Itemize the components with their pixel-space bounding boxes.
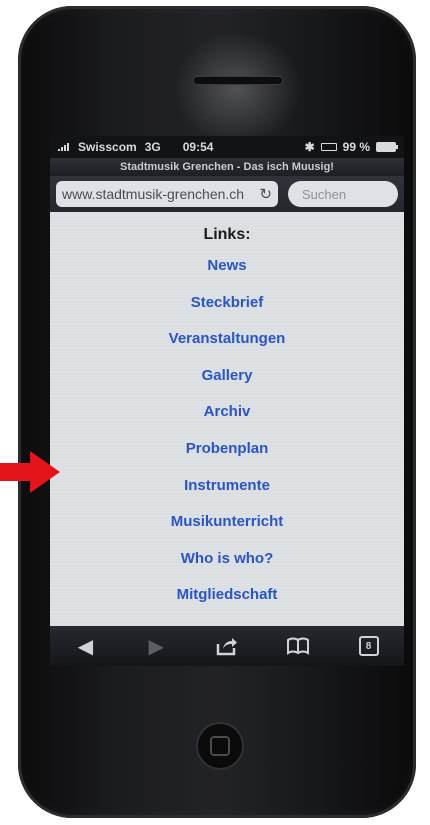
tabs-button[interactable]: 8 (349, 631, 389, 661)
list-item: Gallery (50, 358, 404, 395)
nav-link-archiv[interactable]: Archiv (204, 403, 251, 420)
list-item: Veranstaltungen (50, 321, 404, 358)
address-row: www.stadtmusik-grenchen.ch ↻ Suchen (50, 176, 404, 212)
carrier-name: Swisscom (78, 140, 137, 154)
status-right: ✱ 99 % (304, 140, 398, 154)
list-item: Steckbrief (50, 285, 404, 322)
list-item: Mitgliedschaft (50, 577, 404, 614)
search-input[interactable]: Suchen (288, 181, 398, 207)
nav-link-mitgliedschaft[interactable]: Mitgliedschaft (177, 586, 278, 603)
forward-button[interactable]: ▶ (136, 631, 176, 661)
list-item: Musikunterricht (50, 504, 404, 541)
nav-link-musikunterricht[interactable]: Musikunterricht (171, 513, 284, 530)
battery-icon (376, 142, 398, 152)
bluetooth-icon: ✱ (304, 140, 315, 154)
nav-link-who-is-who[interactable]: Who is who? (181, 550, 273, 567)
status-bar: Swisscom 3G 09:54 ✱ 99 % (50, 136, 404, 158)
nav-link-instrumente[interactable]: Instrumente (184, 477, 270, 494)
web-content: Links: News Steckbrief Veranstaltungen G… (50, 212, 404, 638)
orientation-lock-icon (320, 143, 337, 151)
reload-icon[interactable]: ↻ (259, 185, 272, 203)
list-item: Archiv (50, 394, 404, 431)
screen-glare (173, 31, 303, 146)
url-text: www.stadtmusik-grenchen.ch (62, 186, 245, 202)
network-type: 3G (144, 140, 161, 154)
nav-link-gallery[interactable]: Gallery (202, 367, 253, 384)
nav-link-news[interactable]: News (207, 257, 246, 274)
search-placeholder: Suchen (302, 186, 347, 202)
phone-screen: Swisscom 3G 09:54 ✱ 99 % Stadtmusik Gren… (50, 136, 404, 666)
clock: 09:54 (182, 140, 214, 154)
links-heading: Links: (203, 226, 251, 243)
browser-toolbar: ◀ ▶ 8 (50, 626, 404, 666)
nav-link-list: News Steckbrief Veranstaltungen Gallery … (50, 248, 404, 614)
battery-percent: 99 % (342, 140, 370, 154)
list-item: Probenplan (50, 431, 404, 468)
phone-frame: Swisscom 3G 09:54 ✱ 99 % Stadtmusik Gren… (18, 6, 416, 818)
home-square-icon (210, 736, 230, 756)
nav-link-probenplan[interactable]: Probenplan (186, 440, 269, 457)
signal-icon (58, 143, 76, 151)
list-item: News (50, 248, 404, 285)
nav-link-veranstaltungen[interactable]: Veranstaltungen (169, 330, 286, 347)
tabs-icon: 8 (358, 636, 379, 656)
share-icon (216, 638, 237, 656)
page-title: Stadtmusik Grenchen - Das isch Muusig! (50, 158, 404, 176)
home-button[interactable] (196, 722, 244, 770)
annotation-arrow-icon (0, 451, 60, 493)
share-button[interactable] (207, 631, 247, 661)
address-bar[interactable]: www.stadtmusik-grenchen.ch ↻ (56, 181, 278, 207)
nav-link-steckbrief[interactable]: Steckbrief (191, 294, 264, 311)
earpiece-speaker (193, 76, 283, 85)
forward-icon: ▶ (148, 635, 164, 658)
list-item: Instrumente (50, 468, 404, 505)
back-icon: ◀ (77, 635, 94, 658)
back-button[interactable]: ◀ (65, 631, 105, 661)
bookmarks-icon (286, 637, 309, 655)
bookmarks-button[interactable] (278, 631, 318, 661)
list-item: Who is who? (50, 541, 404, 578)
